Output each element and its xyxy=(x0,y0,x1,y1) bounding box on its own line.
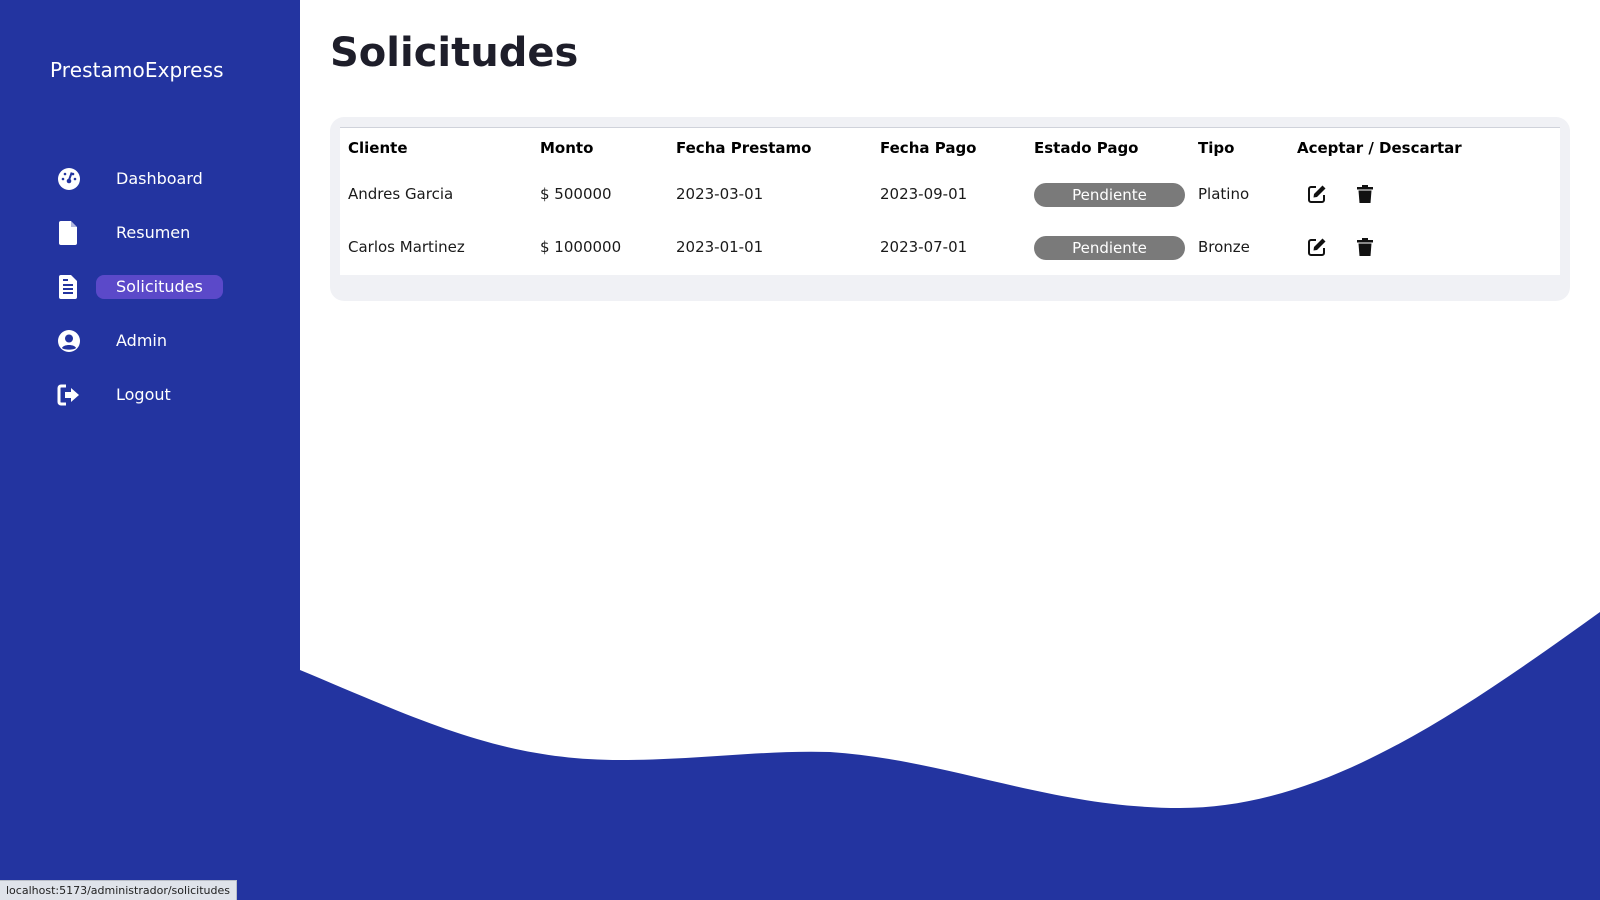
header-tipo: Tipo xyxy=(1198,139,1235,157)
cell-estado: Pendiente xyxy=(1034,227,1185,267)
sidebar-item-label: Resumen xyxy=(116,223,191,242)
sidebar-item-label: Dashboard xyxy=(116,169,203,188)
page-title: Solicitudes xyxy=(330,30,579,76)
sidebar-item-resumen[interactable]: Resumen xyxy=(0,206,300,260)
header-aceptar-descartar: Aceptar / Descartar xyxy=(1297,139,1462,157)
sidebar-nav: Dashboard Resumen Solicitudes Admin Logo… xyxy=(0,152,300,422)
sidebar-item-dashboard[interactable]: Dashboard xyxy=(0,152,300,206)
cell-fecha-pago: 2023-09-01 xyxy=(880,185,968,203)
sidebar-item-solicitudes[interactable]: Solicitudes xyxy=(0,260,300,314)
sidebar: PrestamoExpress Dashboard Resumen Solici… xyxy=(0,0,300,900)
cell-monto: $ 1000000 xyxy=(540,238,622,256)
sidebar-item-admin[interactable]: Admin xyxy=(0,314,300,368)
user-circle-icon xyxy=(56,328,82,354)
cell-fecha-prestamo: 2023-03-01 xyxy=(676,185,764,203)
header-fecha-prestamo: Fecha Prestamo xyxy=(676,139,812,157)
status-badge: Pendiente xyxy=(1034,182,1185,207)
table-header-row: Cliente Monto Fecha Prestamo Fecha Pago … xyxy=(340,128,1560,168)
header-monto: Monto xyxy=(540,139,594,157)
trash-icon[interactable] xyxy=(1356,184,1376,204)
cell-fecha-pago: 2023-07-01 xyxy=(880,238,968,256)
table-row: Carlos Martinez $ 1000000 2023-01-01 202… xyxy=(340,227,1560,267)
header-estado-pago: Estado Pago xyxy=(1034,139,1139,157)
table-card: Cliente Monto Fecha Prestamo Fecha Pago … xyxy=(330,117,1570,301)
file-icon xyxy=(56,220,82,246)
cell-tipo: Platino xyxy=(1198,185,1250,203)
table-row: Andres Garcia $ 500000 2023-03-01 2023-0… xyxy=(340,174,1560,214)
sidebar-item-logout[interactable]: Logout xyxy=(0,368,300,422)
edit-icon[interactable] xyxy=(1307,184,1327,204)
trash-icon[interactable] xyxy=(1356,237,1376,257)
dashboard-gauge-icon xyxy=(56,166,82,192)
cell-monto: $ 500000 xyxy=(540,185,612,203)
main-content: Solicitudes Cliente Monto Fecha Prestamo… xyxy=(300,0,1600,900)
cell-estado: Pendiente xyxy=(1034,174,1185,214)
logout-icon xyxy=(56,382,82,408)
cell-cliente: Carlos Martinez xyxy=(348,238,465,256)
sidebar-item-label: Logout xyxy=(116,385,171,404)
file-alt-icon xyxy=(56,274,82,300)
cell-tipo: Bronze xyxy=(1198,238,1250,256)
edit-icon[interactable] xyxy=(1307,237,1327,257)
sidebar-item-label: Admin xyxy=(116,331,167,350)
brand-logo[interactable]: PrestamoExpress xyxy=(50,58,224,82)
sidebar-item-label: Solicitudes xyxy=(96,275,223,299)
requests-table: Cliente Monto Fecha Prestamo Fecha Pago … xyxy=(340,127,1560,275)
status-badge: Pendiente xyxy=(1034,235,1185,260)
cell-cliente: Andres Garcia xyxy=(348,185,454,203)
status-bar-url: localhost:5173/administrador/solicitudes xyxy=(0,880,237,900)
header-fecha-pago: Fecha Pago xyxy=(880,139,977,157)
header-cliente: Cliente xyxy=(348,139,408,157)
cell-fecha-prestamo: 2023-01-01 xyxy=(676,238,764,256)
